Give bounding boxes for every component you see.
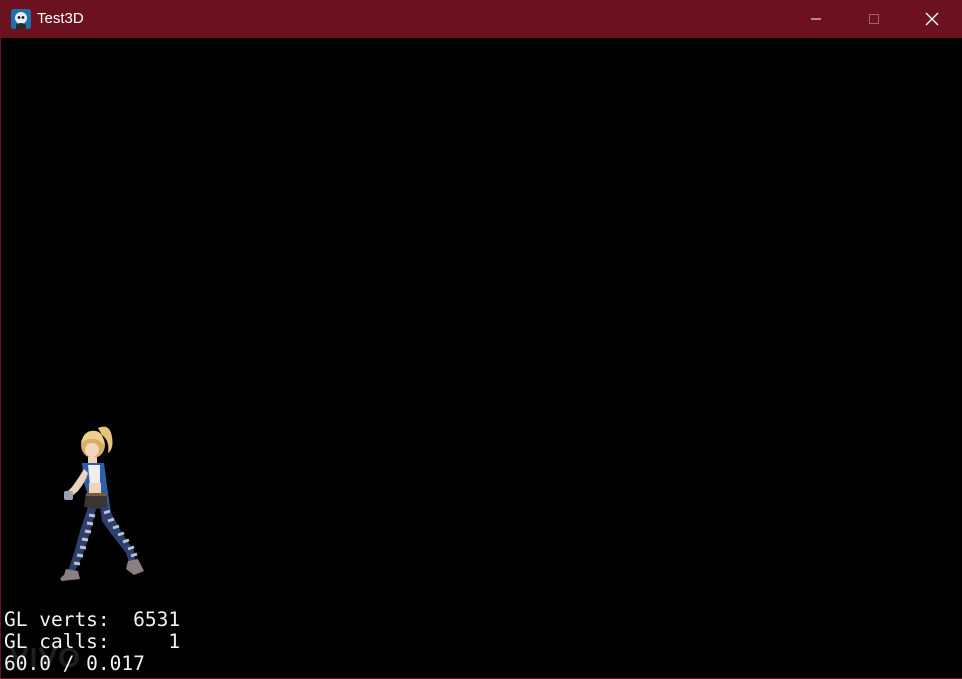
gl-verts-stat: GL verts: 6531	[4, 608, 181, 631]
app-window: Test3D VIVO GL verts: 6531 GL calls: 1 6…	[0, 0, 962, 679]
gl-calls-stat: GL calls: 1	[4, 630, 181, 653]
window-title: Test3D	[37, 10, 84, 27]
title-bar[interactable]: Test3D	[1, 0, 962, 38]
game-viewport[interactable]: VIVO GL verts: 6531 GL calls: 1 60.0 / 0.0…	[2, 38, 962, 678]
debug-stats: GL verts: 6531 GL calls: 1 60.0 / 0.017	[4, 609, 180, 675]
minimize-icon	[811, 18, 821, 20]
app-icon	[11, 9, 31, 29]
fps-stat: 60.0 / 0.017	[4, 652, 145, 675]
close-button[interactable]	[903, 0, 961, 38]
close-icon	[925, 12, 939, 26]
minimize-button[interactable]	[787, 0, 845, 38]
walking-girl-sprite	[60, 426, 144, 581]
maximize-button[interactable]	[845, 0, 903, 38]
maximize-icon	[869, 14, 879, 24]
